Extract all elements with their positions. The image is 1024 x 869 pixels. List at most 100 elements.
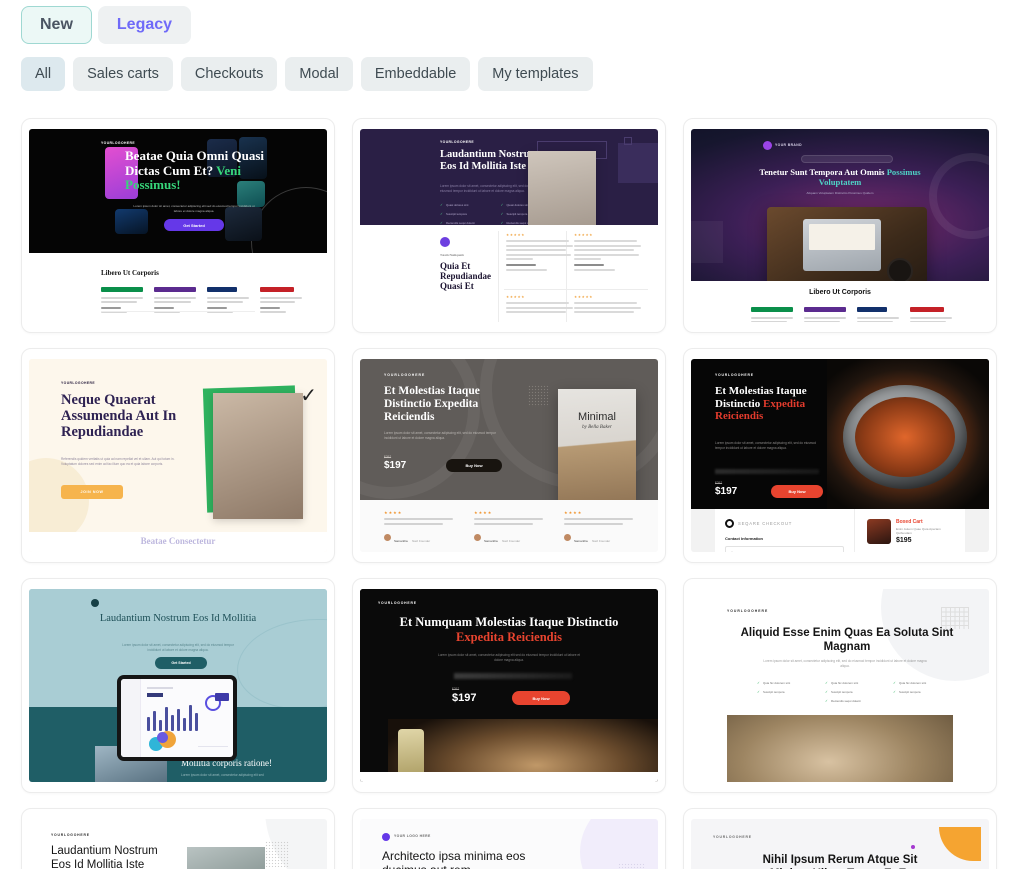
book-title: Minimal (578, 411, 616, 423)
cart-item-price: $195 (895, 537, 912, 544)
contact-label: Contact Information (725, 536, 763, 541)
hero-headline: Laudantium Nostrum Eos Id Mollitia Iste … (51, 845, 158, 869)
decorative-ring (929, 153, 989, 239)
feature-item: Quasi dolores sint (440, 203, 495, 207)
pan-illustration (843, 385, 967, 489)
price-current: $197 (384, 460, 407, 471)
section-title: Quia Et Repudiandae Quasi Et (440, 261, 492, 291)
hero-headline: Nihil Ipsum Rerum Atque Sit Minima Ullam… (762, 854, 918, 869)
rating-stars: ★★★★ (384, 510, 403, 515)
press-item (857, 307, 899, 322)
hero-headline: Et Molestias Itaque Distinctio Expedita … (384, 385, 480, 424)
tab-new[interactable]: New (21, 6, 92, 44)
template-grid: YOURLOGOHERE Beatae Quia Omni Quasi Dict… (21, 118, 1003, 869)
brand-logo: YOURLOGOHERE (61, 381, 95, 385)
feature-item: Suscipit tempora (440, 212, 495, 216)
dot-pattern (618, 863, 644, 869)
template-card[interactable]: Laudantium Nostrum Eos Id Mollitia Lorem… (21, 578, 335, 793)
checkout-form: SEQARE CHECKOUT Contact Information Your… (715, 509, 854, 552)
hero-section: YOURLOGOHERE Laudantium Nostrum Eos Id M… (360, 129, 658, 225)
reviews-section: ★★★★ Samantha Nazi Founder ★★★★ Samantha… (360, 500, 658, 552)
brand-logo: YOURLOGOHERE (378, 601, 417, 605)
brand-icon (725, 519, 734, 528)
hero-section: YOURLOGOHERE Et Molestias Itaque Distinc… (691, 359, 989, 509)
template-gallery-page: New Legacy All Sales carts Checkouts Mod… (0, 0, 1024, 869)
filter-sales-carts[interactable]: Sales carts (73, 57, 173, 91)
feature-item: Suscipit tempora (825, 690, 885, 694)
template-card[interactable]: YOURLOGOHERE Aliquid Esse Enim Quas Ea S… (683, 578, 997, 793)
template-preview: Laudantium Nostrum Eos Id Mollitia Lorem… (29, 589, 327, 782)
template-card[interactable]: YOURLOGOHERE Laudantium Nostrum Eos Id M… (21, 808, 335, 869)
hero-cta-button[interactable]: Get Started (164, 219, 224, 231)
press-logo (101, 287, 143, 292)
template-preview: YOUR LOGO HERE Architecto ipsa minima eo… (360, 819, 658, 869)
logo-mark (382, 833, 390, 841)
hero-headline: Tenetur Sunt Tempora Aut Omnis Possimus … (759, 167, 921, 188)
review-role: Nazi Founder (592, 538, 611, 543)
hero-headline: Et Molestias Itaque Distinctio Expedita … (715, 385, 807, 423)
buy-now-button[interactable]: Buy Now (512, 691, 570, 705)
hero-subtext: Lorem ipsum dolor sit amet, consectetur … (133, 204, 255, 214)
divider (101, 311, 255, 312)
press-logo (260, 287, 294, 292)
feature-item: Quia hic dolorem sint (757, 681, 817, 685)
press-logo (154, 287, 196, 292)
price-original: $297 (384, 455, 392, 459)
template-preview: YOURLOGOHERE Et Numquam Molestias Itaque… (360, 589, 658, 782)
hero-body: Lorem ipsum dolor sit amet, consectetur … (384, 431, 496, 441)
avatar (474, 533, 481, 541)
avatar (564, 533, 571, 541)
buy-now-button[interactable]: Buy Now (446, 459, 502, 472)
name-input[interactable]: Your name (725, 546, 844, 552)
decorative-circle (580, 819, 658, 869)
blurred-text (715, 469, 819, 474)
review-item: ★★★★ Samantha Nazi Founder (474, 510, 546, 547)
template-card[interactable]: YOURLOGOHERE Laudantium Nostrum Eos Id M… (352, 118, 666, 333)
hero-body: Lorem ipsum dolor sit amet, consectetur … (763, 659, 927, 669)
book-author: by Bella Baker (582, 425, 612, 430)
template-card[interactable]: YOURLOGOHERE Et Molestias Itaque Distinc… (352, 348, 666, 563)
hero-cta-button[interactable]: Get Started (155, 657, 207, 669)
template-card[interactable]: YOURLOGOHERE Beatae Quia Omni Quasi Dict… (21, 118, 335, 333)
version-tab-bar: New Legacy (0, 0, 1024, 44)
cart-summary: Boxed Cart Enim Autem Quae Quia Aperiam … (853, 509, 965, 552)
tab-legacy[interactable]: Legacy (97, 6, 192, 44)
press-item (804, 307, 846, 322)
review-item: ★★★★ Samantha Nazi Founder (564, 510, 636, 547)
filter-all[interactable]: All (21, 57, 66, 91)
blurred-text (454, 673, 572, 679)
hero-headline: Neque Quaerat Assumenda Aut In Repudiand… (61, 392, 177, 440)
template-card[interactable]: YOURLOGOHERE Nihil Ipsum Rerum Atque Sit… (683, 808, 997, 869)
filter-embeddable[interactable]: Embeddable (360, 57, 471, 91)
review-author: Samantha (394, 538, 408, 543)
decorative-dot (911, 845, 915, 849)
review-item: ★★★★★ (574, 295, 642, 316)
buy-now-button[interactable]: Buy Now (771, 485, 823, 498)
filter-my-templates[interactable]: My templates (478, 57, 593, 91)
template-card[interactable]: YOURLOGOHERE Et Molestias Itaque Distinc… (683, 348, 997, 563)
template-card[interactable]: YOUR BRAND Tenetur Sunt Tempora Aut Omni… (683, 118, 997, 333)
brand-logo: YOURLOGOHERE (51, 833, 90, 837)
hero-photo (827, 359, 989, 509)
checkout-panel: SEQARE CHECKOUT Contact Information Your… (715, 509, 965, 552)
rating-stars: ★★★★★ (574, 295, 594, 299)
brand-logo: YOURLOGOHERE (713, 835, 752, 839)
template-card[interactable]: YOUR LOGO HERE Architecto ipsa minima eo… (352, 808, 666, 869)
filter-checkouts[interactable]: Checkouts (180, 57, 278, 91)
hero-cta-button[interactable]: JOIN NOW (61, 485, 123, 499)
rating-stars: ★★★★ (564, 510, 583, 515)
hero-video[interactable] (767, 207, 927, 281)
hero-body: Lorem ipsum dolor sit amet, consectetur … (440, 184, 529, 194)
template-card[interactable]: YOURLOGOHERE Et Numquam Molestias Itaque… (352, 578, 666, 793)
template-preview: ✓ YOURLOGOHERE Neque Quaerat Assumenda A… (29, 359, 327, 552)
template-card[interactable]: ✓ YOURLOGOHERE Neque Quaerat Assumenda A… (21, 348, 335, 563)
decorative-block (691, 221, 723, 263)
hero-photo (187, 847, 265, 869)
cart-item-thumb (866, 519, 891, 544)
decorative-shape (939, 827, 981, 861)
feature-item: Quia hic dolorem sint (893, 681, 953, 685)
category-filter-bar: All Sales carts Checkouts Modal Embeddab… (0, 44, 1024, 91)
filter-modal[interactable]: Modal (285, 57, 353, 91)
feature-item: Quia hic dolorem sint (825, 681, 885, 685)
section-kicker: Totam Numquam (440, 253, 464, 257)
